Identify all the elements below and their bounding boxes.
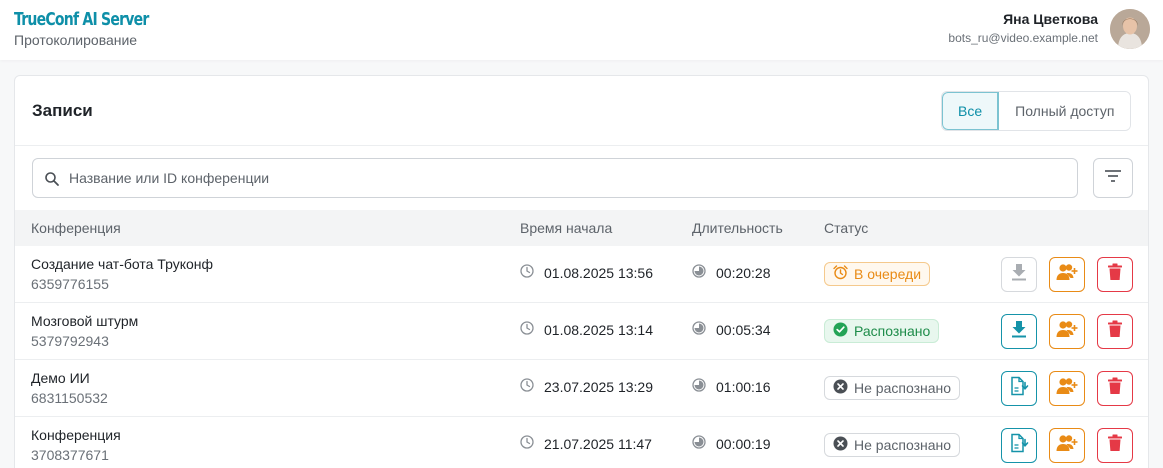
status-badge: Распознано (824, 319, 940, 343)
delete-button[interactable] (1097, 314, 1133, 349)
conference-id: 3708377671 (31, 447, 109, 463)
delete-button[interactable] (1097, 257, 1133, 292)
table-row[interactable]: Конференция 3708377671 21.07.2025 11:47 … (15, 417, 1148, 468)
column-status[interactable]: Статус (824, 220, 868, 236)
share-access-button[interactable] (1049, 314, 1085, 349)
status-text: Распознано (854, 323, 931, 339)
add-user-icon (1056, 263, 1078, 286)
filter-full-access-button[interactable]: Полный доступ (999, 92, 1131, 130)
duration: 00:20:28 (692, 264, 771, 281)
start-time-value: 01.08.2025 13:14 (544, 321, 653, 338)
access-filter: Все Полный доступ (941, 91, 1132, 131)
duration: 00:05:34 (692, 321, 771, 338)
trash-icon (1107, 263, 1123, 286)
conference-id: 6359776155 (31, 276, 109, 292)
conference-name: Мозговой штурм (31, 313, 139, 329)
start-time: 01.08.2025 13:56 (520, 264, 653, 281)
conference-name: Создание чат-бота Труконф (31, 256, 214, 272)
section-title: Протоколирование (14, 32, 138, 48)
table-row[interactable]: Мозговой штурм 5379792943 01.08.2025 13:… (15, 303, 1148, 360)
page-title: Записи (32, 101, 93, 120)
transcribe-button[interactable] (1001, 428, 1037, 463)
share-access-button[interactable] (1049, 428, 1085, 463)
start-time-value: 01.08.2025 13:56 (544, 264, 653, 281)
download-button (1001, 257, 1037, 292)
table-header: Конференция Время начала Длительность Ст… (15, 210, 1148, 246)
records-card: Записи Все Полный доступ Конференция Вре… (14, 75, 1149, 468)
alarm-clock-icon (833, 265, 854, 283)
add-user-icon (1056, 377, 1078, 400)
timer-icon (692, 435, 716, 452)
duration: 00:00:19 (692, 435, 771, 452)
table-row[interactable]: Демо ИИ 6831150532 23.07.2025 13:29 01:0… (15, 360, 1148, 417)
status-text: В очереди (854, 266, 922, 282)
conference-id: 6831150532 (31, 390, 108, 406)
divider (15, 145, 1148, 146)
conference-id: 5379792943 (31, 333, 109, 349)
start-time-value: 21.07.2025 11:47 (544, 435, 652, 452)
start-time: 21.07.2025 11:47 (520, 435, 652, 452)
transcribe-document-icon (1009, 433, 1029, 458)
duration-value: 00:00:19 (716, 435, 771, 452)
table-row[interactable]: Создание чат-бота Труконф 6359776155 01.… (15, 246, 1148, 303)
x-circle-icon (833, 379, 854, 397)
status-badge: В очереди (824, 262, 931, 286)
share-access-button[interactable] (1049, 257, 1085, 292)
start-time: 01.08.2025 13:14 (520, 321, 653, 338)
trash-icon (1107, 434, 1123, 457)
conference-name: Конференция (31, 427, 121, 443)
duration-value: 00:20:28 (716, 264, 771, 281)
timer-icon (692, 264, 716, 281)
duration-value: 01:00:16 (716, 378, 771, 395)
filter-icon (1104, 169, 1122, 188)
start-time-value: 23.07.2025 13:29 (544, 378, 653, 395)
user-name: Яна Цветкова (1003, 11, 1098, 27)
download-button[interactable] (1001, 314, 1037, 349)
trash-icon (1107, 377, 1123, 400)
clock-icon (520, 435, 544, 452)
column-duration[interactable]: Длительность (692, 220, 783, 236)
transcribe-button[interactable] (1001, 371, 1037, 406)
timer-icon (692, 321, 716, 338)
trash-icon (1107, 320, 1123, 343)
user-info[interactable]: Яна Цветкова bots_ru@video.example.net (948, 11, 1098, 45)
status-text: Не распознано (854, 437, 952, 453)
delete-button[interactable] (1097, 428, 1133, 463)
status-badge: Не распознано (824, 433, 961, 457)
transcribe-document-icon (1009, 376, 1029, 401)
filter-all-button[interactable]: Все (942, 92, 1000, 130)
search-input[interactable] (69, 159, 1059, 197)
share-access-button[interactable] (1049, 371, 1085, 406)
clock-icon (520, 321, 544, 338)
status-badge: Не распознано (824, 376, 961, 400)
search-icon (44, 171, 60, 187)
clock-icon (520, 264, 544, 281)
status-text: Не распознано (854, 380, 952, 396)
clock-icon (520, 378, 544, 395)
user-email: bots_ru@video.example.net (948, 31, 1098, 45)
add-user-icon (1056, 434, 1078, 457)
search-box (32, 158, 1078, 198)
filter-button[interactable] (1093, 158, 1133, 198)
duration: 01:00:16 (692, 378, 771, 395)
start-time: 23.07.2025 13:29 (520, 378, 653, 395)
column-start-time[interactable]: Время начала (520, 220, 612, 236)
timer-icon (692, 378, 716, 395)
duration-value: 00:05:34 (716, 321, 771, 338)
top-bar: TrueConf AI Server Протоколирование Яна … (0, 0, 1163, 60)
download-icon (1011, 263, 1027, 286)
delete-button[interactable] (1097, 371, 1133, 406)
x-circle-icon (833, 436, 854, 454)
download-icon (1011, 320, 1027, 343)
add-user-icon (1056, 320, 1078, 343)
conference-name: Демо ИИ (31, 370, 90, 386)
avatar[interactable] (1110, 9, 1150, 49)
check-circle-icon (833, 322, 854, 340)
brand-logo[interactable]: TrueConf AI Server (14, 9, 149, 30)
column-conference[interactable]: Конференция (31, 220, 121, 236)
